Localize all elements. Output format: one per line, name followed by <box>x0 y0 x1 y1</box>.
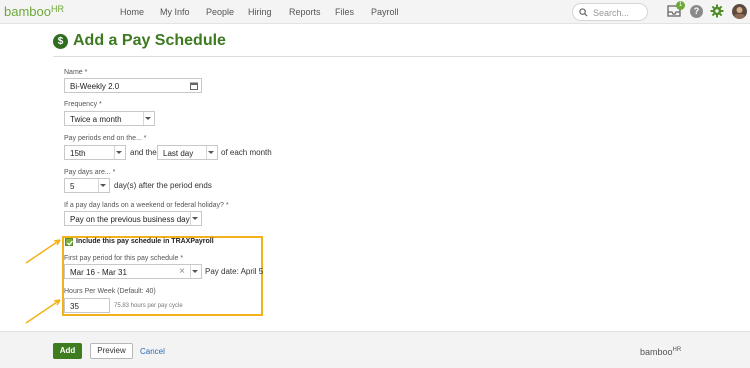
dollar-icon: $ <box>53 34 68 49</box>
frequency-label: Frequency * <box>64 101 102 108</box>
bamboohr-logo[interactable]: bambooHR <box>4 4 64 19</box>
first-period-value: Mar 16 - Mar 31 <box>70 268 127 277</box>
cancel-link[interactable]: Cancel <box>140 347 165 356</box>
chevron-down-icon <box>100 184 106 187</box>
frequency-value: Twice a month <box>70 115 122 124</box>
period-day2-value: Last day <box>163 149 194 158</box>
chevron-down-icon <box>116 151 122 154</box>
top-nav: bambooHR Home My Info People Hiring Repo… <box>0 0 750 24</box>
search-placeholder: Search... <box>593 8 630 18</box>
arrow-icon <box>25 239 61 264</box>
inbox-count-badge: 1 <box>676 1 685 10</box>
pay-days-value: 5 <box>70 182 75 191</box>
frequency-select[interactable]: Twice a month <box>64 111 155 126</box>
search-input[interactable]: Search... <box>572 3 648 21</box>
hours-input[interactable]: 35 <box>64 298 110 313</box>
period-day-value: 15th <box>70 149 86 158</box>
pay-days-label: Pay days are... * <box>64 169 116 176</box>
clear-icon[interactable]: × <box>179 266 185 277</box>
pay-periods-label: Pay periods end on the... * <box>64 135 147 142</box>
hours-note: 75.83 hours per pay cycle <box>114 303 183 309</box>
name-value: Bi-Weekly 2.0 <box>70 82 120 91</box>
nav-people[interactable]: People <box>206 7 234 17</box>
chevron-down-icon <box>145 117 151 120</box>
name-label: Name * <box>64 69 88 76</box>
search-icon <box>579 8 588 17</box>
nav-files[interactable]: Files <box>335 7 354 17</box>
and-the-text: and the <box>130 148 157 157</box>
nav-payroll[interactable]: Payroll <box>371 7 399 17</box>
period-day-select[interactable]: 15th <box>64 145 126 160</box>
gear-icon[interactable] <box>710 4 724 18</box>
chevron-down-icon <box>192 270 198 273</box>
page-title: Add a Pay Schedule <box>73 32 226 49</box>
avatar[interactable] <box>732 4 747 19</box>
preview-button[interactable]: Preview <box>90 343 133 359</box>
hours-label: Hours Per Week (Default: 40) <box>64 288 156 295</box>
chevron-down-icon <box>208 151 214 154</box>
pay-days-select[interactable]: 5 <box>64 178 110 193</box>
nav-reports[interactable]: Reports <box>289 7 321 17</box>
nav-hiring[interactable]: Hiring <box>248 7 272 17</box>
title-divider <box>53 56 750 57</box>
first-period-select[interactable]: Mar 16 - Mar 31 × <box>64 264 202 279</box>
nav-my-info[interactable]: My Info <box>160 7 190 17</box>
first-period-label: First pay period for this pay schedule * <box>64 255 184 262</box>
chevron-down-icon <box>192 217 198 220</box>
nav-home[interactable]: Home <box>120 7 144 17</box>
hours-value: 35 <box>70 302 79 311</box>
holiday-label: If a pay day lands on a weekend or feder… <box>64 202 229 209</box>
pay-days-suffix: day(s) after the period ends <box>114 181 212 190</box>
help-icon[interactable]: ? <box>690 5 703 18</box>
calendar-icon <box>190 82 198 90</box>
of-each-month-text: of each month <box>221 148 272 157</box>
pay-date-text: Pay date: April 5 <box>205 267 264 276</box>
holiday-value: Pay on the previous business day <box>70 215 190 224</box>
footer-bamboohr-logo: bambooHR <box>640 347 682 357</box>
period-day2-select[interactable]: Last day <box>157 145 218 160</box>
trax-checkbox-label: Include this pay schedule in TRAXPayroll <box>76 238 214 245</box>
name-field[interactable]: Bi-Weekly 2.0 <box>64 78 202 93</box>
holiday-select[interactable]: Pay on the previous business day <box>64 211 202 226</box>
checkbox-icon <box>67 240 73 246</box>
add-button[interactable]: Add <box>53 343 82 359</box>
arrow-icon <box>25 299 61 324</box>
trax-checkbox[interactable] <box>65 238 73 246</box>
